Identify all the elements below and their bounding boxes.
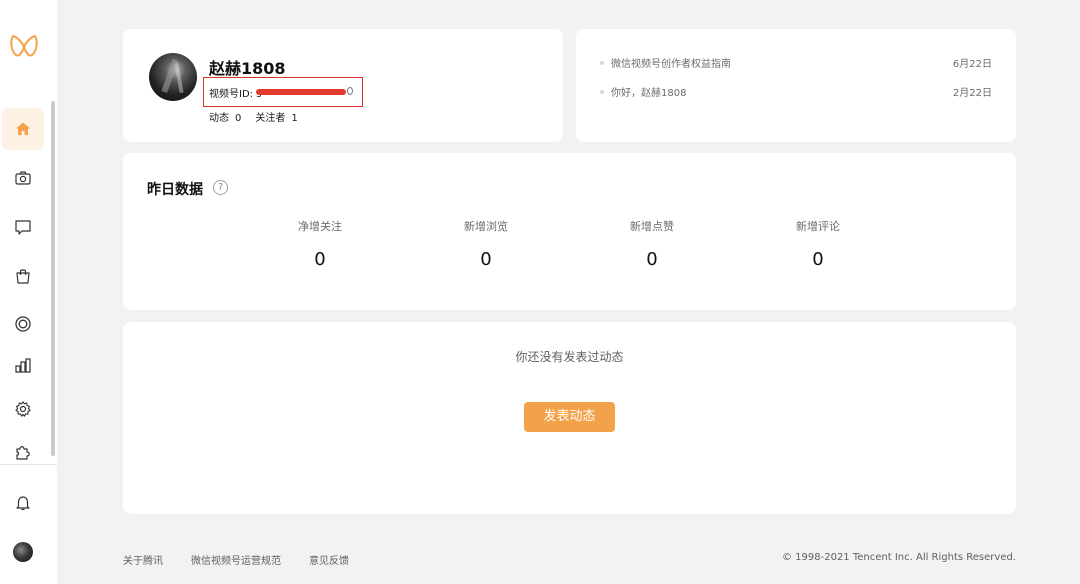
posts-card: 你还没有发表过动态 发表动态: [123, 322, 1016, 514]
copyright-text: © 1998-2021 Tencent Inc. All Rights Rese…: [781, 552, 1016, 563]
sidebar-item-settings[interactable]: [2, 388, 44, 430]
stat-new-followers: 净增关注 0: [260, 218, 380, 270]
footer-link-about[interactable]: 关于腾讯: [123, 556, 163, 567]
profile-avatar[interactable]: [149, 53, 197, 101]
notice-date: 6月22日: [952, 59, 992, 70]
stat-label: 净增关注: [298, 220, 342, 233]
notice-item[interactable]: 微信视频号创作者权益指南 6月22日: [600, 55, 992, 71]
sidebar-item-notifications[interactable]: [2, 482, 44, 524]
bullet-dot-icon: [600, 61, 604, 65]
sidebar-item-messages[interactable]: [2, 206, 44, 248]
stat-value: 0: [480, 249, 492, 270]
bullet-dot-icon: [600, 90, 604, 94]
footer-links: 关于腾讯 微信视频号运营规范 意见反馈: [123, 552, 377, 567]
stat-new-comments: 新增评论 0: [758, 218, 878, 270]
home-icon: [16, 122, 30, 135]
copy-id-icon[interactable]: [347, 87, 353, 95]
sidebar-item-data[interactable]: [2, 345, 44, 387]
gear-icon: [15, 401, 31, 417]
profile-username: 赵赫1808: [209, 59, 286, 78]
stat-label: 新增浏览: [464, 220, 508, 233]
sidebar-scrollbar[interactable]: [51, 101, 55, 456]
sidebar-item-live[interactable]: [2, 303, 44, 345]
empty-posts-text: 你还没有发表过动态: [515, 350, 624, 364]
followers-count[interactable]: 1: [291, 113, 297, 124]
stat-value: 0: [812, 249, 824, 270]
sidebar-item-plugins[interactable]: [2, 431, 44, 473]
shopping-bag-icon: [16, 269, 30, 284]
profile-counts: 动态 0 关注者 1: [209, 109, 312, 124]
bell-icon: [16, 496, 30, 511]
stat-new-likes: 新增点赞 0: [592, 218, 712, 270]
sidebar-divider: [0, 464, 57, 465]
stat-value: 0: [314, 249, 326, 270]
sidebar-item-shop[interactable]: [2, 255, 44, 297]
profile-card: 赵赫1808 视频号ID: s 动态 0 关注者 1: [123, 29, 563, 142]
live-circle-icon: [15, 316, 31, 332]
notice-title[interactable]: 你好，赵赫1808: [611, 84, 686, 99]
camera-icon: [15, 171, 31, 185]
stat-value: 0: [646, 249, 658, 270]
sidebar: [0, 0, 57, 584]
bar-chart-icon: [15, 358, 31, 373]
sidebar-item-home[interactable]: [2, 108, 44, 150]
message-icon: [15, 220, 31, 235]
stat-label: 新增点赞: [630, 220, 674, 233]
sidebar-item-camera[interactable]: [2, 157, 44, 199]
stats-title: 昨日数据: [147, 182, 203, 198]
user-avatar[interactable]: [13, 542, 33, 562]
footer-link-feedback[interactable]: 意见反馈: [309, 556, 349, 567]
posts-count: 0: [235, 113, 242, 124]
notice-date: 2月22日: [952, 88, 992, 99]
notice-item[interactable]: 你好，赵赫1808 2月22日: [600, 84, 992, 100]
channel-id-label: 视频号ID: s: [209, 89, 262, 100]
stat-label: 新增评论: [796, 220, 840, 233]
publish-post-button[interactable]: 发表动态: [524, 402, 615, 432]
stat-new-views: 新增浏览 0: [426, 218, 546, 270]
help-icon[interactable]: ?: [213, 180, 228, 195]
posts-label: 动态: [209, 113, 229, 124]
channel-id-redaction: [256, 89, 346, 95]
channels-logo-icon[interactable]: [9, 33, 39, 61]
channel-id-highlight: 视频号ID: s: [203, 77, 363, 107]
notice-title[interactable]: 微信视频号创作者权益指南: [611, 55, 731, 70]
footer-link-rules[interactable]: 微信视频号运营规范: [191, 556, 281, 567]
followers-label[interactable]: 关注者: [255, 113, 285, 124]
puzzle-icon: [16, 446, 30, 460]
notice-card: 微信视频号创作者权益指南 6月22日 你好，赵赫1808 2月22日: [576, 29, 1016, 142]
yesterday-stats-card: 昨日数据 ? 净增关注 0 新增浏览 0 新增点赞 0 新增评论 0: [123, 153, 1016, 310]
